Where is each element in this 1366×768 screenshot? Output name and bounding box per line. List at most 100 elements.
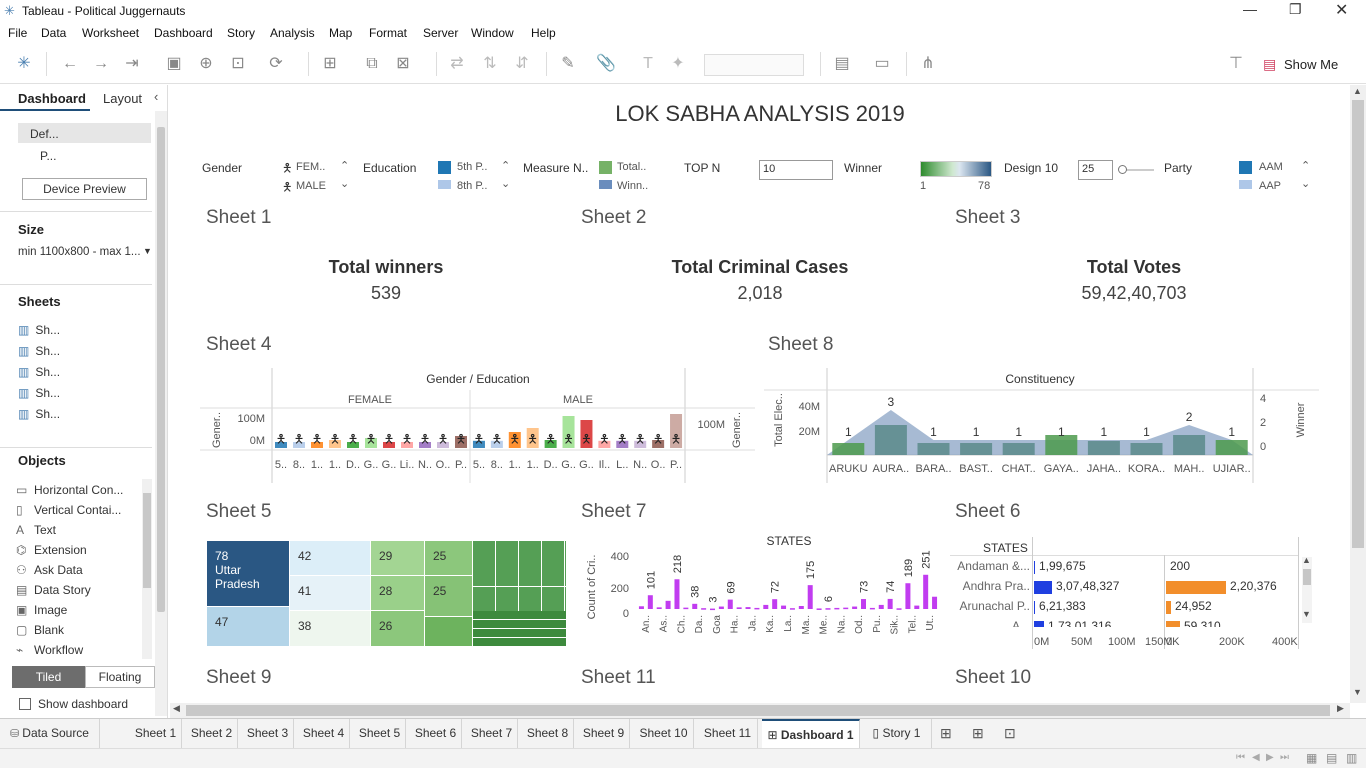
treemap-cell[interactable]: 25 [425, 541, 472, 575]
presentation-icon[interactable]: ▤ [832, 54, 852, 74]
sheet7-bar[interactable] [843, 607, 849, 610]
sheet8-bar[interactable] [874, 425, 907, 455]
menu-file[interactable]: File [8, 26, 27, 40]
sheet7-bar[interactable] [789, 608, 795, 610]
treemap-cell[interactable]: 29 [371, 541, 424, 575]
pause-updates-icon[interactable]: ⊡ [228, 54, 248, 74]
treemap-cell[interactable]: 42 [290, 541, 370, 575]
design-slider-handle[interactable] [1118, 165, 1127, 174]
object-item[interactable]: ⚇ Ask Data [16, 563, 140, 577]
sheet7-bar[interactable] [852, 606, 858, 609]
treemap-cell[interactable]: 28 [371, 576, 424, 610]
share-icon[interactable]: ⋔ [918, 54, 938, 74]
tab-sheet-6[interactable]: Sheet 6 [410, 719, 462, 748]
menu-window[interactable]: Window [471, 26, 514, 40]
menu-story[interactable]: Story [227, 26, 255, 40]
object-item[interactable]: ▣ Image [16, 603, 140, 617]
pin-icon[interactable]: ✦ [668, 54, 688, 74]
menu-help[interactable]: Help [531, 26, 556, 40]
sheet8-bar[interactable] [1130, 443, 1163, 455]
sheet6-votes-bar[interactable] [1034, 621, 1044, 627]
swap-icon[interactable]: ⇄ [447, 54, 467, 74]
treemap-cell[interactable]: 25 [425, 576, 472, 616]
sheet7-bar[interactable] [683, 607, 689, 610]
tab-dashboard[interactable]: Dashboard [0, 85, 90, 111]
sheet7-bar[interactable] [763, 604, 769, 609]
group-icon[interactable]: 📎 [596, 54, 616, 74]
size-dropdown[interactable]: min 1100x800 - max 1... [18, 246, 141, 258]
sheet7-bar[interactable] [825, 608, 831, 610]
tab-data-source[interactable]: ⛁ Data Source [0, 719, 100, 748]
tab-sheet-11[interactable]: Sheet 11 [698, 719, 758, 748]
education-scroll-up-icon[interactable]: ⌃ [501, 159, 510, 172]
save-icon[interactable]: ▣ [164, 54, 184, 74]
party-scroll-up-icon[interactable]: ⌃ [1301, 159, 1310, 172]
canvas-scroll-right-icon[interactable]: ▶ [1337, 703, 1344, 714]
sheet6-scroll-down-icon[interactable]: ▼ [1302, 609, 1311, 619]
sheet7-bar[interactable] [914, 605, 920, 609]
device-item-default[interactable]: Def... [18, 123, 151, 143]
list-view-icon[interactable]: ▤ [1326, 751, 1337, 765]
sort-descending-icon[interactable]: ⇵ [512, 54, 532, 74]
gender-scroll-down-icon[interactable]: ⌄ [340, 177, 349, 190]
canvas-scroll-up-icon[interactable]: ▲ [1353, 86, 1362, 96]
party-scroll-down-icon[interactable]: ⌄ [1301, 177, 1310, 190]
object-item[interactable]: ▯ Vertical Contai... [16, 503, 140, 517]
new-worksheet-tab-icon[interactable]: ⊞ [940, 725, 952, 742]
tiled-button[interactable]: Tiled [12, 666, 85, 688]
undo-icon[interactable]: ← [60, 54, 80, 74]
grid-view-icon[interactable]: ▦ [1306, 751, 1317, 765]
sheet7-bar[interactable] [923, 574, 929, 609]
education-item-1[interactable]: 5th P.. [457, 161, 487, 173]
object-item[interactable]: ⌬ Extension [16, 543, 140, 557]
treemap-cell[interactable]: 41 [290, 576, 370, 610]
tab-sheet-5[interactable]: Sheet 5 [354, 719, 406, 748]
menu-dashboard[interactable]: Dashboard [154, 26, 213, 40]
sheet6-other-bar[interactable] [1166, 581, 1226, 594]
clear-sheet-icon[interactable]: ⊠ [393, 54, 413, 74]
collapse-pane-icon[interactable]: ‹ [154, 89, 158, 104]
size-dropdown-arrow-icon[interactable]: ▼ [143, 246, 152, 256]
new-worksheet-icon[interactable]: ⊞ [320, 54, 340, 74]
party-item-2[interactable]: AAP [1259, 180, 1281, 189]
tab-sheet-1[interactable]: Sheet 1 [130, 719, 182, 748]
canvas-scroll-left-icon[interactable]: ◀ [173, 703, 180, 714]
new-data-source-icon[interactable]: ⊕ [196, 54, 216, 74]
duplicate-icon[interactable]: ⧉ [362, 54, 382, 74]
sheet7-bar[interactable] [745, 607, 751, 609]
design-input[interactable]: 25 [1078, 160, 1113, 180]
sheet7-bar[interactable] [905, 583, 911, 609]
gender-item-male[interactable]: MALE [296, 180, 326, 189]
party-item-1[interactable]: AAM [1259, 161, 1283, 173]
sheet7-bar[interactable] [754, 607, 760, 610]
restore-icon[interactable]: ❐ [1289, 1, 1302, 18]
object-item[interactable]: ▢ Blank [16, 623, 140, 637]
filmstrip-view-icon[interactable]: ▥ [1346, 751, 1357, 765]
object-item[interactable]: ⌁ Workflow [16, 643, 140, 657]
tab-sheet-7[interactable]: Sheet 7 [466, 719, 518, 748]
sheet8-bar[interactable] [1215, 440, 1248, 455]
sheet-list-item[interactable]: ▥ Sh... [18, 365, 60, 379]
sheet7-bar[interactable] [710, 608, 715, 611]
object-item[interactable]: ▭ Horizontal Con... [16, 483, 140, 497]
tableau-home-icon[interactable]: ✳ [14, 54, 34, 74]
tab-sheet-4[interactable]: Sheet 4 [298, 719, 350, 748]
refresh-icon[interactable]: ⟳ [266, 54, 286, 74]
treemap-cell-up[interactable]: 78 Uttar Pradesh [207, 541, 289, 606]
sheet7-bar[interactable] [869, 607, 875, 610]
tab-sheet-2[interactable]: Sheet 2 [186, 719, 238, 748]
sheet7-bar[interactable] [727, 599, 733, 609]
sheet7-bar[interactable] [816, 608, 822, 610]
education-item-2[interactable]: 8th P.. [457, 180, 487, 189]
last-page-icon[interactable]: ⏭ [1280, 752, 1289, 763]
sheet7-bar[interactable] [656, 607, 662, 609]
fit-dropdown[interactable] [704, 54, 804, 76]
sheet-list-item[interactable]: ▥ Sh... [18, 323, 60, 337]
floating-button[interactable]: Floating [85, 666, 155, 688]
tab-story-1[interactable]: ▯ Story 1 [862, 719, 932, 748]
sheet-list-item[interactable]: ▥ Sh... [18, 386, 60, 400]
sheet7-bar[interactable] [772, 599, 778, 609]
sheet7-bar[interactable] [736, 607, 742, 609]
tab-layout[interactable]: Layout [103, 91, 142, 106]
tab-dashboard-1[interactable]: ⊞ Dashboard 1 [762, 719, 860, 748]
